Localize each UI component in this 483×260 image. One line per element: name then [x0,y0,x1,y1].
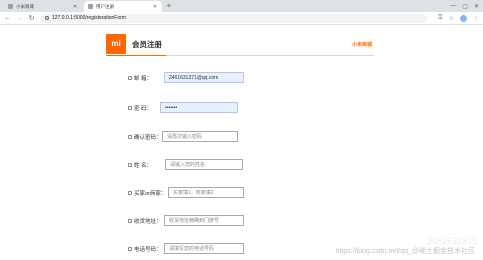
close-icon[interactable]: ✕ [72,4,78,10]
phone-row: 电话号码： [128,243,162,255]
back-button[interactable]: ← [4,12,11,25]
brand-link[interactable]: 小米商城 [352,41,372,48]
email-icon [128,76,132,80]
header-accent-line [106,55,166,56]
page-title: 会员注册 [132,40,162,49]
phone-icon [128,247,132,251]
reload-button[interactable]: ↻ [28,12,35,25]
page-favicon-icon [8,4,13,9]
tab-home[interactable]: 小米商城 ✕ [4,1,82,12]
menu-icon[interactable]: ⋮ [473,15,479,22]
browser-toolbar: ← → ↻ 127.0.0.1:5000/registerationForm ⚿… [0,12,483,25]
watermark: https://blog.csdn.net/qq_@稀土掘金技术社区 [335,248,475,255]
new-tab-button[interactable]: + [164,1,174,11]
user-icon [128,163,132,167]
page-content: mi 会员注册 小米商城 邮 箱： 密 码： 确认密码： 姓 名： 买家or商家… [0,26,483,260]
role-row: 买家or商家： [128,187,166,199]
address-field[interactable] [164,215,244,226]
profile-avatar-icon[interactable] [460,14,467,22]
phone-field[interactable] [164,243,244,254]
password-field[interactable] [160,102,238,113]
minimize-button[interactable]: — [450,3,456,9]
tab-title: 小米商城 [16,3,34,9]
close-icon[interactable]: ✕ [152,4,158,10]
key-icon[interactable]: ⚿ [438,15,443,22]
name-row: 姓 名： [128,159,152,171]
name-label: 姓 名： [134,163,153,169]
email-field[interactable] [164,72,244,83]
tab-register[interactable]: 用户注册 ✕ [84,1,162,12]
name-field[interactable] [165,159,243,170]
mi-logo-icon[interactable]: mi [106,34,126,54]
tab-strip: 小米商城 ✕ 用户注册 ✕ + — ▢ ✕ [0,0,483,12]
forward-button[interactable]: → [16,12,23,25]
address-bar[interactable]: 127.0.0.1:5000/registerationForm [40,13,428,23]
close-window-button[interactable]: ✕ [474,3,479,10]
role-field[interactable] [168,187,244,198]
info-icon[interactable] [45,16,49,20]
watermark-faint: 2461631370 [426,236,477,246]
toolbar-actions: ⚿ ☆ ⋮ [438,14,479,22]
confirm-label: 确认密码： [134,135,162,141]
email-row: 邮 箱： [128,72,152,84]
confirm-row: 确认密码： [128,131,162,143]
page-favicon-icon [88,4,93,9]
confirm-password-field[interactable] [162,131,238,142]
address-label: 收货地址： [134,219,162,225]
role-label: 买家or商家： [134,191,167,197]
email-label: 邮 箱： [134,76,153,82]
password-label: 密 码： [134,106,153,112]
phone-label: 电话号码： [134,247,162,253]
page-header: mi 会员注册 小米商城 [106,34,374,56]
tab-title: 用户注册 [96,3,114,9]
lock-icon [128,135,132,139]
star-icon[interactable]: ☆ [449,15,454,22]
password-row: 密 码： [128,102,152,114]
address-text: 127.0.0.1:5000/registerationForm [52,15,126,21]
lock-icon [128,106,132,110]
home-icon [128,219,132,223]
window-controls: — ▢ ✕ [450,0,479,12]
address-row: 收货地址： [128,215,162,227]
maximize-button[interactable]: ▢ [462,3,468,10]
user-icon [128,191,132,195]
